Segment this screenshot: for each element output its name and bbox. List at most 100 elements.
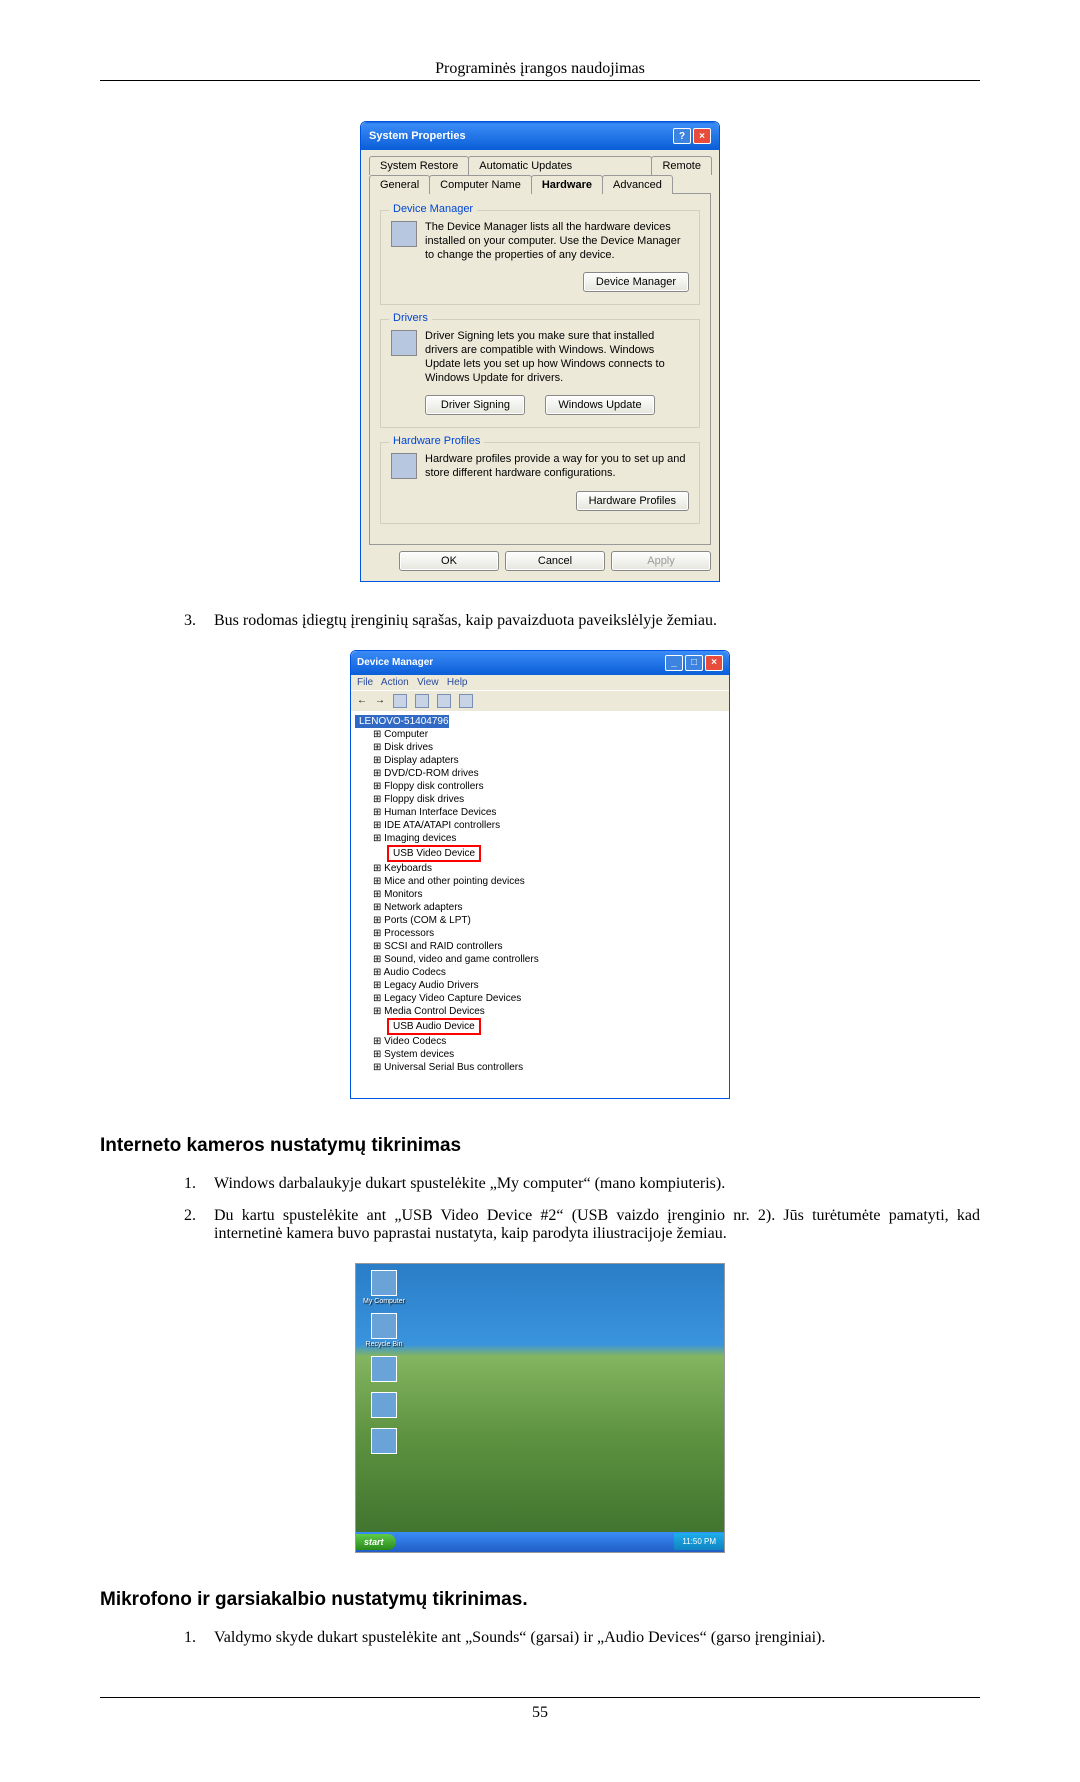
close-button[interactable]: × (693, 128, 711, 144)
taskbar: start 11:50 PM (356, 1532, 724, 1552)
tree-item[interactable]: ⊞ IDE ATA/ATAPI controllers (355, 819, 725, 832)
tree-item[interactable]: ⊞ Universal Serial Bus controllers (355, 1061, 725, 1074)
forward-icon[interactable]: → (375, 695, 385, 706)
tree-item[interactable]: ⊞ Computer (355, 728, 725, 741)
tabs-row-1: System Restore Automatic Updates Remote (369, 156, 711, 175)
tree-item[interactable]: ⊞ Legacy Video Capture Devices (355, 992, 725, 1005)
tabs-row-2: General Computer Name Hardware Advanced (369, 175, 711, 194)
dialog-buttons: OK Cancel Apply (369, 545, 711, 573)
hardware-profiles-icon (391, 453, 417, 479)
windows-update-button[interactable]: Windows Update (545, 395, 654, 415)
webcam-step-1: 1. Windows darbalaukyje dukart spustelėk… (178, 1175, 980, 1193)
tree-item[interactable]: ⊞ Floppy disk controllers (355, 780, 725, 793)
tab-remote[interactable]: Remote (651, 156, 712, 175)
tree-item[interactable]: ⊞ Network adapters (355, 901, 725, 914)
usb-video-device[interactable]: USB Video Device (387, 845, 481, 862)
toolbar-icon[interactable] (437, 694, 451, 708)
tree-item[interactable]: ⊞ Disk drives (355, 741, 725, 754)
driver-signing-button[interactable]: Driver Signing (425, 395, 525, 415)
mic-step-1: 1. Valdymo skyde dukart spustelėkite ant… (178, 1629, 980, 1647)
webcam-step-2: 2. Du kartu spustelėkite ant „USB Video … (178, 1207, 980, 1243)
tree-item[interactable]: ⊞ Display adapters (355, 754, 725, 767)
tree-item[interactable]: ⊞ Ports (COM & LPT) (355, 914, 725, 927)
tree-item[interactable]: ⊞ Keyboards (355, 862, 725, 875)
page-footer: 55 (100, 1697, 980, 1722)
tab-hardware[interactable]: Hardware (531, 175, 603, 194)
hardware-profiles-button[interactable]: Hardware Profiles (576, 491, 689, 511)
tree-item[interactable]: ⊞ Processors (355, 927, 725, 940)
device-manager-button[interactable]: Device Manager (583, 272, 689, 292)
device-manager-legend: Device Manager (389, 203, 477, 215)
tree-item[interactable]: ⊞ System devices (355, 1048, 725, 1061)
toolbar-icon[interactable] (415, 694, 429, 708)
help-button[interactable]: ? (673, 128, 691, 144)
usb-audio-device[interactable]: USB Audio Device (387, 1018, 481, 1035)
apply-button[interactable]: Apply (611, 551, 711, 571)
back-icon[interactable]: ← (357, 695, 367, 706)
devmgr-toolbar: ← → (351, 690, 729, 711)
toolbar-icon[interactable] (459, 694, 473, 708)
tab-system-restore[interactable]: System Restore (369, 156, 469, 175)
tree-item[interactable]: ⊞ Legacy Audio Drivers (355, 979, 725, 992)
tree-item[interactable]: ⊞ DVD/CD-ROM drives (355, 767, 725, 780)
device-manager-group: Device Manager The Device Manager lists … (380, 210, 700, 305)
tree-item[interactable]: ⊞ Human Interface Devices (355, 806, 725, 819)
tab-automatic-updates[interactable]: Automatic Updates (468, 156, 652, 175)
step-text: Valdymo skyde dukart spustelėkite ant „S… (214, 1629, 980, 1647)
devmgr-menubar[interactable]: File Action View Help (351, 675, 729, 690)
tab-computer-name[interactable]: Computer Name (429, 175, 532, 194)
devmgr-close-button[interactable]: × (705, 655, 723, 671)
recycle-bin-icon[interactable]: Recycle Bin (362, 1313, 406, 1348)
window-title: System Properties (369, 130, 466, 142)
tree-item[interactable]: ⊞ SCSI and RAID controllers (355, 940, 725, 953)
step-number: 1. (178, 1175, 196, 1193)
system-tray[interactable]: 11:50 PM (674, 1533, 724, 1550)
desktop-icon[interactable] (362, 1392, 406, 1420)
tree-item[interactable]: ⊞ Audio Codecs (355, 966, 725, 979)
device-manager-icon (391, 221, 417, 247)
tree-item[interactable]: ⊞ Media Control Devices (355, 1005, 725, 1018)
ok-button[interactable]: OK (399, 551, 499, 571)
tab-advanced[interactable]: Advanced (602, 175, 673, 194)
figure-desktop: My Computer Recycle Bin start 11:50 PM (100, 1263, 980, 1553)
hardware-profiles-desc: Hardware profiles provide a way for you … (425, 453, 689, 481)
figure-device-manager: Device Manager _ □ × File Action View He… (100, 650, 980, 1099)
step-text: Du kartu spustelėkite ant „USB Video Dev… (214, 1207, 980, 1243)
start-button[interactable]: start (356, 1534, 396, 1550)
tree-item[interactable]: ⊞ Mice and other pointing devices (355, 875, 725, 888)
windows-desktop: My Computer Recycle Bin start 11:50 PM (355, 1263, 725, 1553)
step-3: 3. Bus rodomas įdiegtų įrenginių sąrašas… (178, 612, 980, 630)
desktop-icon[interactable] (362, 1428, 406, 1456)
maximize-button[interactable]: □ (685, 655, 703, 671)
hardware-profiles-group: Hardware Profiles Hardware profiles prov… (380, 442, 700, 524)
step-number: 2. (178, 1207, 196, 1243)
tree-item[interactable]: ⊞ Imaging devices (355, 832, 725, 845)
drivers-group: Drivers Driver Signing lets you make sur… (380, 319, 700, 428)
page-number: 55 (532, 1704, 548, 1721)
tree-item[interactable]: ⊞ Video Codecs (355, 1035, 725, 1048)
figure-system-properties: System Properties ? × System Restore Aut… (100, 121, 980, 582)
device-tree[interactable]: LENOVO-51404796 ⊞ Computer⊞ Disk drives⊞… (351, 711, 729, 1098)
tree-root[interactable]: LENOVO-51404796 (355, 715, 449, 728)
desktop-icons: My Computer Recycle Bin (356, 1264, 724, 1462)
section-mic-heading: Mikrofono ir garsiakalbio nustatymų tikr… (100, 1589, 980, 1611)
system-properties-window: System Properties ? × System Restore Aut… (360, 121, 720, 582)
my-computer-icon[interactable]: My Computer (362, 1270, 406, 1305)
device-manager-window: Device Manager _ □ × File Action View He… (350, 650, 730, 1099)
cancel-button[interactable]: Cancel (505, 551, 605, 571)
tree-item[interactable]: ⊞ Floppy disk drives (355, 793, 725, 806)
step-3-number: 3. (178, 612, 196, 630)
step-3-text: Bus rodomas įdiegtų įrenginių sąrašas, k… (214, 612, 980, 630)
tab-general[interactable]: General (369, 175, 430, 194)
device-manager-desc: The Device Manager lists all the hardwar… (425, 221, 689, 262)
minimize-button[interactable]: _ (665, 655, 683, 671)
tree-item[interactable]: ⊞ Sound, video and game controllers (355, 953, 725, 966)
toolbar-icon[interactable] (393, 694, 407, 708)
tree-item[interactable]: ⊞ Monitors (355, 888, 725, 901)
desktop-icon[interactable] (362, 1356, 406, 1384)
step-text: Windows darbalaukyje dukart spustelėkite… (214, 1175, 980, 1193)
tab-hardware-content: Device Manager The Device Manager lists … (369, 193, 711, 545)
drivers-desc: Driver Signing lets you make sure that i… (425, 330, 689, 385)
drivers-icon (391, 330, 417, 356)
section-webcam-heading: Interneto kameros nustatymų tikrinimas (100, 1135, 980, 1157)
